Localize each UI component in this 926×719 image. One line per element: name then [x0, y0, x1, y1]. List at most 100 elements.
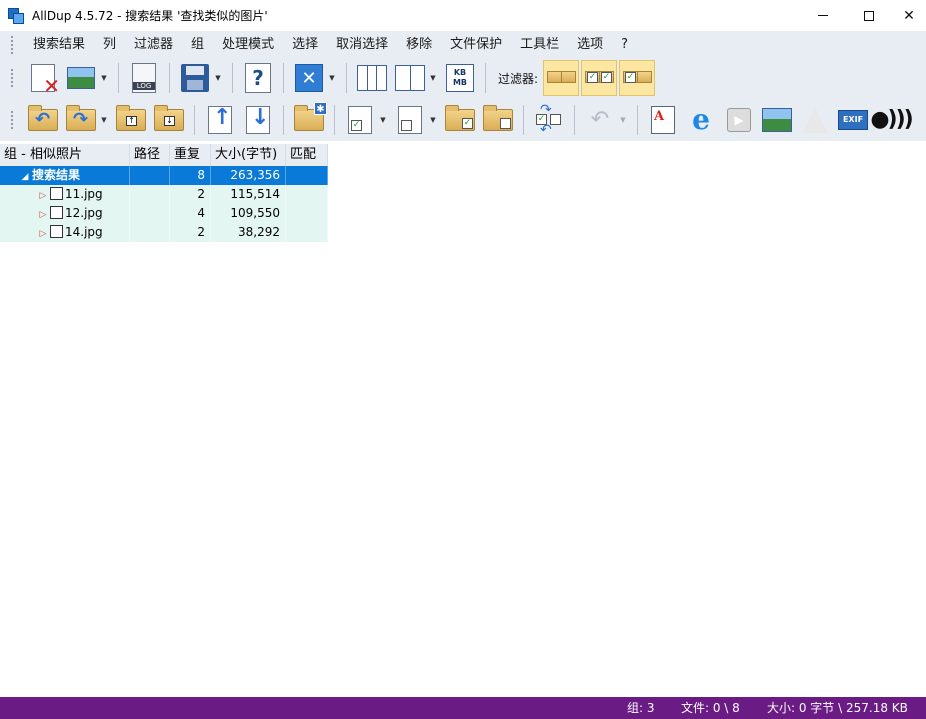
file-checkbox[interactable] — [50, 206, 63, 219]
open-image-button[interactable] — [760, 103, 794, 137]
undo-dropdown-icon[interactable]: ▼ — [619, 116, 627, 124]
open-vlc-button[interactable] — [798, 103, 832, 137]
menu-columns[interactable]: 列 — [94, 31, 125, 58]
filter-partial-button[interactable]: ✓ — [619, 60, 656, 96]
column-width-button[interactable] — [393, 61, 427, 95]
group-path-cell — [130, 166, 170, 185]
menu-select[interactable]: 选择 — [283, 31, 327, 58]
collapse-arrow-icon[interactable]: ◢ — [18, 168, 32, 185]
folder-down-icon: ↓ — [154, 104, 184, 131]
save-dropdown-icon[interactable]: ▼ — [214, 74, 222, 82]
menu-remove[interactable]: 移除 — [397, 31, 441, 58]
column-header-path[interactable]: 路径 — [130, 144, 170, 166]
audio-button[interactable]: ●))) — [870, 103, 913, 137]
column-header-group[interactable]: 组 - 相似照片 — [0, 144, 130, 166]
menu-deselect[interactable]: 取消选择 — [327, 31, 397, 58]
toolbar2-grip-handle[interactable] — [10, 109, 14, 130]
image-preview-icon — [67, 67, 95, 89]
expand-groups-button[interactable]: ↷ — [64, 103, 98, 137]
exif-button[interactable]: EXIF — [836, 103, 870, 137]
menu-toolbars[interactable]: 工具栏 — [511, 31, 568, 58]
column-header-match[interactable]: 匹配 — [286, 144, 328, 166]
swap-selection-icon: ✓ ↷ ↶ — [534, 102, 564, 138]
deselect-file-button[interactable] — [393, 103, 427, 137]
menu-filter[interactable]: 过滤器 — [125, 31, 182, 58]
size-unit-button[interactable]: KB MB — [443, 61, 477, 95]
file-cell: ▷ 11.jpg — [0, 185, 130, 204]
results-header: 组 - 相似照片 路径 重复 大小(字节) 匹配 — [0, 144, 328, 166]
toolbar-grip-handle[interactable] — [10, 68, 14, 88]
table-row[interactable]: ▷ 11.jpg 2 115,514 — [0, 185, 328, 204]
media-play-icon: ▶ — [727, 107, 751, 132]
minimize-icon — [818, 15, 828, 16]
save-button[interactable] — [178, 61, 212, 95]
minimize-button[interactable] — [800, 0, 846, 31]
table-row[interactable]: ▷ 12.jpg 4 109,550 — [0, 204, 328, 223]
close-x-icon: ✕ — [295, 64, 323, 92]
filter-checked-button[interactable]: ✓ ✓ — [581, 60, 618, 96]
file-duplicates-cell: 4 — [170, 204, 211, 223]
undo-button[interactable]: ↶ — [583, 103, 617, 137]
column-header-size[interactable]: 大小(字节) — [211, 144, 286, 166]
toolbar-separator — [283, 104, 284, 135]
browser-icon: e — [692, 103, 710, 136]
file-checkbox[interactable] — [50, 225, 63, 238]
deselect-folder-button[interactable] — [481, 103, 515, 137]
toolbar-separator — [194, 104, 195, 135]
file-unchecked-icon — [398, 105, 422, 134]
delete-results-button[interactable]: ✕ — [26, 61, 60, 96]
next-file-button[interactable]: ↓ — [241, 103, 275, 137]
menu-file-protection[interactable]: 文件保护 — [441, 31, 511, 58]
group-size-cell: 263,356 — [211, 166, 286, 185]
preview-button[interactable] — [64, 61, 98, 95]
expand-arrow-icon[interactable]: ▷ — [36, 225, 50, 242]
file-path-cell — [130, 223, 170, 242]
open-media-button[interactable]: ▶ — [722, 103, 756, 137]
group-cell: ◢ 搜索结果 — [0, 166, 130, 185]
move-group-down-button[interactable]: ↓ — [152, 103, 186, 137]
column-width-dropdown-icon[interactable]: ▼ — [429, 74, 437, 82]
previous-file-button[interactable]: ↑ — [203, 103, 237, 137]
invert-selection-button[interactable]: ✓ ↷ ↶ — [532, 102, 566, 138]
file-duplicates-cell: 2 — [170, 223, 211, 242]
preview-dropdown-icon[interactable]: ▼ — [100, 74, 108, 82]
folder-settings-button[interactable]: ✱ — [292, 101, 327, 137]
help-icon: ? — [245, 63, 271, 93]
close-window-button[interactable]: ✕ — [886, 0, 926, 31]
table-row[interactable]: ▷ 14.jpg 2 38,292 — [0, 223, 328, 242]
filter-checked-icon: ✓ ✓ — [585, 71, 615, 85]
select-file-dropdown-icon[interactable]: ▼ — [379, 116, 387, 124]
expand-arrow-icon[interactable]: ▷ — [36, 206, 50, 223]
file-checkbox[interactable] — [50, 187, 63, 200]
open-browser-button[interactable]: e — [684, 103, 718, 137]
open-text-button[interactable]: A — [646, 103, 680, 137]
group-match-cell — [286, 166, 328, 185]
columns-button[interactable] — [355, 61, 389, 95]
menu-options[interactable]: 选项 — [568, 31, 612, 58]
filter-folders-button[interactable] — [543, 60, 580, 96]
collapse-groups-button[interactable]: ↶ — [26, 103, 60, 137]
menu-help[interactable]: ? — [612, 31, 637, 58]
text-file-icon: A — [651, 105, 675, 134]
select-file-button[interactable]: ✓ — [343, 103, 377, 137]
toolbar-separator — [283, 63, 284, 93]
close-dropdown-icon[interactable]: ▼ — [328, 74, 336, 82]
help-button[interactable]: ? — [241, 61, 275, 95]
menu-grip-handle[interactable] — [10, 34, 14, 55]
group-row[interactable]: ◢ 搜索结果 8 263,356 — [0, 166, 328, 185]
column-width-icon — [395, 65, 425, 91]
column-header-duplicates[interactable]: 重复 — [170, 144, 211, 166]
expand-dropdown-icon[interactable]: ▼ — [100, 116, 108, 124]
select-folder-button[interactable]: ✓ — [443, 103, 477, 137]
close-results-button[interactable]: ✕ — [292, 61, 326, 95]
menu-search-results[interactable]: 搜索结果 — [24, 31, 94, 58]
move-group-up-button[interactable]: ↑ — [114, 103, 148, 137]
toolbar-separator — [523, 104, 524, 135]
menu-processing-mode[interactable]: 处理模式 — [213, 31, 283, 58]
deselect-file-dropdown-icon[interactable]: ▼ — [429, 116, 437, 124]
toolbar-separator — [574, 104, 575, 135]
expand-arrow-icon[interactable]: ▷ — [36, 187, 50, 204]
menu-group[interactable]: 组 — [182, 31, 213, 58]
log-button[interactable]: LOG — [127, 61, 161, 95]
file-path-cell — [130, 204, 170, 223]
